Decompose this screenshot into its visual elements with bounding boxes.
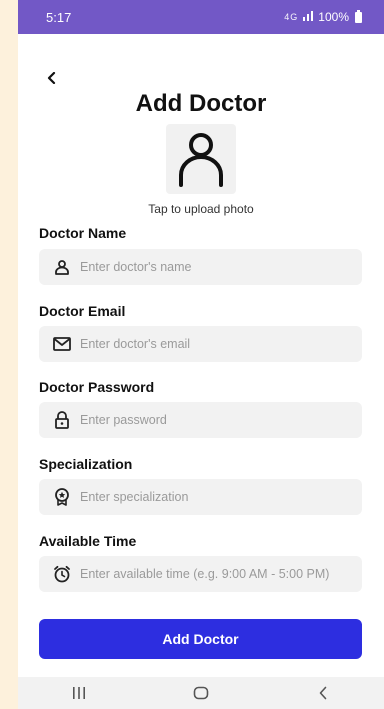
specialization-input[interactable]: Enter specialization <box>39 479 362 515</box>
specialization-placeholder: Enter specialization <box>80 490 189 504</box>
form-scroll-area[interactable]: Doctor Name Enter doctor's name Doctor E… <box>18 222 384 670</box>
badge-icon <box>53 488 71 506</box>
status-time: 5:17 <box>46 9 72 25</box>
available-time-placeholder: Enter available time (e.g. 9:00 AM - 5:0… <box>80 567 330 581</box>
add-doctor-button[interactable]: Add Doctor <box>39 619 362 659</box>
phone-screen: 5:17 4G 100% Add Doctor Tap to upload ph… <box>18 0 384 709</box>
recent-apps-button[interactable] <box>49 679 109 707</box>
doctor-name-input[interactable]: Enter doctor's name <box>39 249 362 285</box>
user-icon <box>53 258 71 276</box>
network-type: 4G <box>284 12 299 22</box>
battery-icon <box>355 9 362 23</box>
doctor-email-input[interactable]: Enter doctor's email <box>39 326 362 362</box>
doctor-password-placeholder: Enter password <box>80 413 167 427</box>
page-title: Add Doctor <box>135 90 267 117</box>
home-icon <box>193 686 209 700</box>
upload-photo-hint: Tap to upload photo <box>148 202 254 216</box>
battery-percent: 100% <box>318 10 349 24</box>
android-nav-bar <box>18 677 384 709</box>
doctor-name-placeholder: Enter doctor's name <box>80 260 192 274</box>
chevron-left-icon <box>47 72 56 84</box>
photo-upload-button[interactable] <box>166 124 236 194</box>
doctor-email-placeholder: Enter doctor's email <box>80 337 191 351</box>
specialization-label: Specialization <box>39 456 133 472</box>
back-arrow-icon <box>319 686 327 700</box>
status-indicators: 4G 100% <box>284 9 362 24</box>
system-back-button[interactable] <box>293 679 353 707</box>
recent-apps-icon <box>73 687 85 699</box>
doctor-email-label: Doctor Email <box>39 303 126 319</box>
lock-icon <box>53 411 71 429</box>
user-avatar-icon <box>179 133 223 187</box>
status-bar: 5:17 4G 100% <box>18 0 384 34</box>
doctor-name-label: Doctor Name <box>39 225 127 241</box>
home-button[interactable] <box>171 679 231 707</box>
alarm-clock-icon <box>53 565 71 583</box>
available-time-label: Available Time <box>39 533 137 549</box>
available-time-input[interactable]: Enter available time (e.g. 9:00 AM - 5:0… <box>39 556 362 592</box>
mail-icon <box>53 335 71 353</box>
back-button[interactable] <box>40 66 64 90</box>
signal-icon <box>302 10 314 24</box>
doctor-password-input[interactable]: Enter password <box>39 402 362 438</box>
doctor-password-label: Doctor Password <box>39 379 155 395</box>
